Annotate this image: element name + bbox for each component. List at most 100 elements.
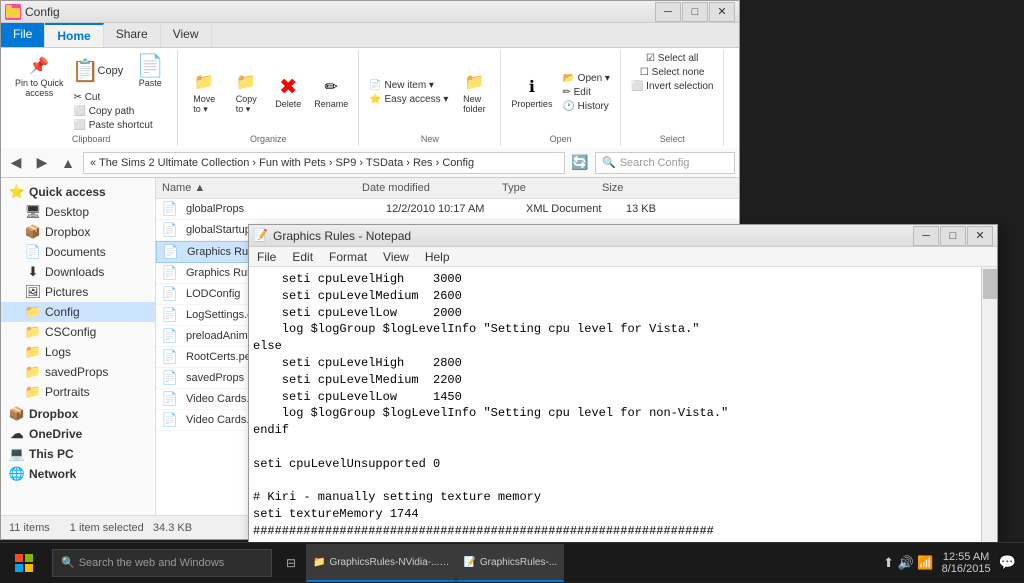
vertical-scrollbar[interactable]	[981, 267, 997, 543]
explorer-titlebar: Config ─ □ ✕	[1, 1, 739, 23]
scrollbar-thumb[interactable]	[983, 269, 997, 299]
notification-icon[interactable]: 💬	[999, 554, 1016, 571]
file-icon: 📄	[160, 284, 180, 304]
sidebar-item-dropbox2[interactable]: 📦 Dropbox	[1, 404, 155, 424]
sidebar-item-portraits[interactable]: 📁 Portraits	[1, 382, 155, 402]
minimize-button[interactable]: ─	[655, 2, 681, 22]
new-folder-button[interactable]: 📁 Newfolder	[454, 68, 494, 116]
history-button[interactable]: 🕐 History	[558, 100, 614, 113]
new-folder-icon: 📁	[462, 70, 486, 94]
sidebar-item-config[interactable]: 📁 Config	[1, 302, 155, 322]
menu-edit[interactable]: Edit	[284, 248, 321, 266]
select-label: Select	[660, 134, 685, 144]
sidebar-item-documents[interactable]: 📄 Documents	[1, 242, 155, 262]
sidebar-quick-access: ⭐ Quick access 🖥 Desktop 📦 Dropbox 📄 Doc…	[1, 182, 155, 402]
new-item-button[interactable]: 📄 New item ▾	[365, 79, 452, 92]
sidebar-item-network[interactable]: 🌐 Network	[1, 464, 155, 484]
start-button[interactable]	[0, 543, 48, 583]
open-button[interactable]: 📂 Open ▾	[558, 72, 614, 85]
explorer-title-icon	[5, 4, 21, 20]
task-view-button[interactable]: ⊟	[276, 544, 306, 582]
sidebar-item-downloads[interactable]: ⬇ Downloads	[1, 262, 155, 282]
copy-path-button[interactable]: ⬜ Copy path	[70, 105, 172, 118]
paste-icon: 📄	[138, 54, 162, 78]
address-path[interactable]: « The Sims 2 Ultimate Collection › Fun w…	[83, 152, 565, 174]
pictures-icon: 🖼	[25, 284, 41, 300]
move-to-button[interactable]: 📁 Moveto ▾	[184, 68, 224, 117]
notepad-title-text: Graphics Rules - Notepad	[273, 229, 913, 243]
forward-button[interactable]: ▶	[31, 152, 53, 174]
pin-to-quickaccess-button[interactable]: 📌 Pin to Quickaccess	[11, 52, 68, 100]
file-icon: 📄	[160, 305, 180, 325]
quick-access-icon: ⭐	[9, 184, 25, 200]
tab-home[interactable]: Home	[45, 23, 103, 47]
sidebar-item-this-pc[interactable]: 💻 This PC	[1, 444, 155, 464]
documents-icon: 📄	[25, 244, 41, 260]
file-list-header: Name ▲ Date modified Type Size	[156, 178, 739, 199]
back-button[interactable]: ◀	[5, 152, 27, 174]
explorer-title-text: Config	[25, 5, 655, 19]
menu-help[interactable]: Help	[417, 248, 458, 266]
savedprops-icon: 📁	[25, 364, 41, 380]
notepad-close[interactable]: ✕	[967, 226, 993, 246]
this-pc-icon: 💻	[9, 446, 25, 462]
edit-button[interactable]: ✏ Edit	[558, 86, 614, 99]
notepad-window: 📝 Graphics Rules - Notepad ─ □ ✕ File Ed…	[248, 224, 998, 544]
properties-button[interactable]: ℹ Properties	[507, 73, 556, 111]
sidebar: ⭐ Quick access 🖥 Desktop 📦 Dropbox 📄 Doc…	[1, 178, 156, 515]
file-size: 13 KB	[620, 201, 680, 217]
menu-format[interactable]: Format	[321, 248, 375, 266]
dropbox2-icon: 📦	[9, 406, 25, 422]
file-row[interactable]: 📄 globalProps 12/2/2010 10:17 AM XML Doc…	[156, 199, 739, 220]
tab-file[interactable]: File	[1, 23, 45, 47]
config-folder-icon: 📁	[25, 304, 41, 320]
copy-to-button[interactable]: 📁 Copyto ▾	[226, 68, 266, 117]
item-count: 11 items	[9, 522, 50, 534]
copy-button[interactable]: 📋 Copy	[70, 55, 128, 87]
select-none-button[interactable]: ☐ Select none	[636, 66, 709, 79]
notepad-minimize[interactable]: ─	[913, 226, 939, 246]
sidebar-item-csconfig[interactable]: 📁 CSConfig	[1, 322, 155, 342]
refresh-button[interactable]: 🔄	[569, 152, 591, 174]
paste-button[interactable]: 📄 Paste	[129, 52, 171, 90]
notepad-maximize[interactable]: □	[940, 226, 966, 246]
delete-button[interactable]: ✖ Delete	[268, 73, 308, 111]
sidebar-item-quick-access[interactable]: ⭐ Quick access	[1, 182, 155, 202]
portraits-icon: 📁	[25, 384, 41, 400]
rename-button[interactable]: ✏ Rename	[310, 73, 352, 111]
taskbar-search[interactable]: 🔍 Search the web and Windows	[52, 549, 272, 577]
cut-button[interactable]: ✂ Cut	[70, 91, 172, 104]
tab-share[interactable]: Share	[104, 23, 161, 47]
sidebar-item-savedprops[interactable]: 📁 savedProps	[1, 362, 155, 382]
onedrive-icon: ☁	[9, 426, 25, 442]
select-all-button[interactable]: ☑ Select all	[642, 52, 702, 65]
sidebar-item-pictures[interactable]: 🖼 Pictures	[1, 282, 155, 302]
paste-shortcut-button[interactable]: ⬜ Paste shortcut	[70, 119, 172, 132]
menu-file[interactable]: File	[249, 248, 284, 266]
file-icon: 📄	[160, 199, 180, 219]
sidebar-item-dropbox[interactable]: 📦 Dropbox	[1, 222, 155, 242]
col-date: Date modified	[356, 180, 496, 196]
system-tray: ⬆ 🔊 📶 12:55 AM 8/16/2015 💬	[883, 551, 1024, 575]
up-button[interactable]: ▲	[57, 152, 79, 174]
taskbar: 🔍 Search the web and Windows ⊟ 📁 Graphic…	[0, 542, 1024, 582]
file-date: 12/2/2010 10:17 AM	[380, 201, 520, 217]
search-box[interactable]: 🔍 Search Config	[595, 152, 735, 174]
taskbar-btn-explorer[interactable]: 📁 GraphicsRules-NVidia-...rar	[306, 544, 456, 582]
notepad-taskbar-icon: 📝	[463, 557, 475, 568]
taskbar-btn-notepad[interactable]: 📝 GraphicsRules-...	[456, 544, 564, 582]
col-name: Name ▲	[156, 180, 356, 196]
system-clock[interactable]: 12:55 AM 8/16/2015	[942, 551, 991, 575]
maximize-button[interactable]: □	[682, 2, 708, 22]
easy-access-button[interactable]: ⭐ Easy access ▾	[365, 93, 452, 106]
close-button[interactable]: ✕	[709, 2, 735, 22]
sidebar-item-logs[interactable]: 📁 Logs	[1, 342, 155, 362]
sidebar-item-onedrive[interactable]: ☁ OneDrive	[1, 424, 155, 444]
notepad-text[interactable]: seti cpuLevelHigh 3000 seti cpuLevelMedi…	[253, 271, 993, 543]
tab-view[interactable]: View	[161, 23, 212, 47]
explorer-window-controls: ─ □ ✕	[655, 2, 735, 22]
search-icon: 🔍	[61, 556, 75, 569]
sidebar-item-desktop[interactable]: 🖥 Desktop	[1, 202, 155, 222]
menu-view[interactable]: View	[375, 248, 417, 266]
invert-selection-button[interactable]: ⬜ Invert selection	[627, 80, 718, 93]
